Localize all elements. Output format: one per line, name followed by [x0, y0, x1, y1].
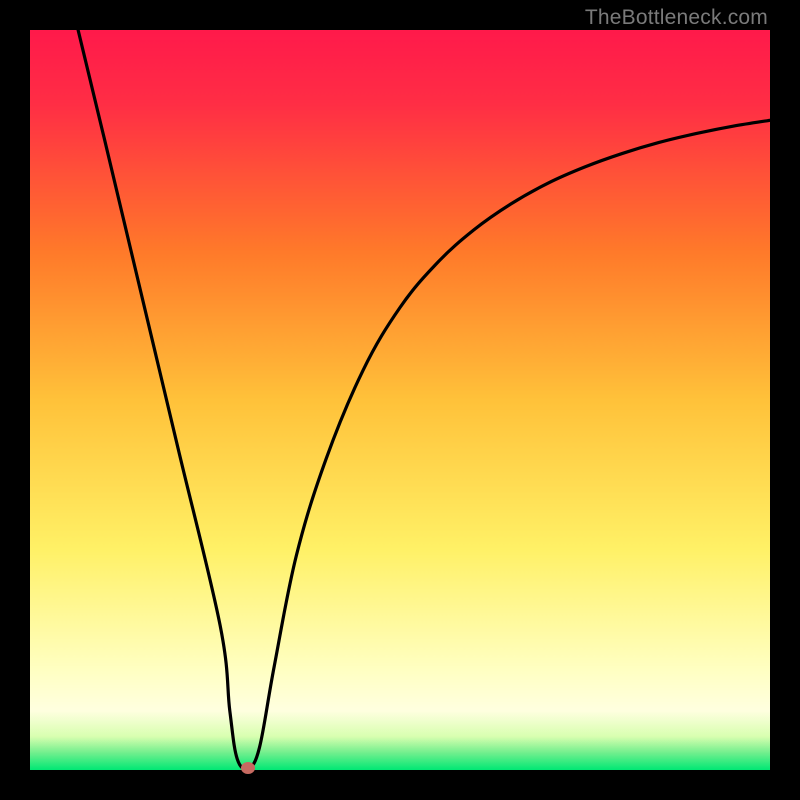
curve-path — [78, 30, 770, 769]
bottleneck-curve — [30, 30, 770, 770]
optimal-point-marker — [241, 762, 255, 774]
plot-frame — [30, 30, 770, 770]
watermark-text: TheBottleneck.com — [585, 6, 768, 30]
